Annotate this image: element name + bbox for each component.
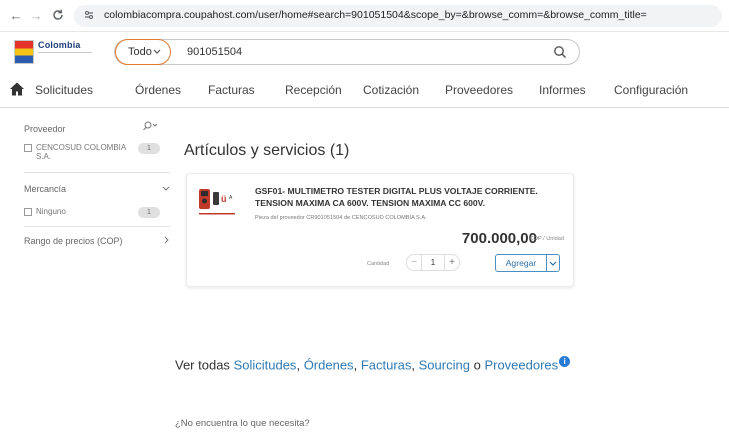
quantity-decrement-button[interactable]: − xyxy=(406,254,421,271)
search-bar[interactable]: Todo 901051504 xyxy=(114,39,580,65)
facet-option-label: Ninguno xyxy=(36,207,66,216)
home-icon[interactable] xyxy=(9,81,25,97)
search-input[interactable]: 901051504 xyxy=(187,46,242,58)
product-name[interactable]: GSF01- MULTIMETRO TESTER DIGITAL PLUS VO… xyxy=(255,186,555,209)
product-meta: Pieza del proveedor CR901051504 de CENCO… xyxy=(255,215,427,221)
results-title: Artículos y servicios (1) xyxy=(184,142,350,159)
address-bar[interactable]: colombiacompra.coupahost.com/user/home#s… xyxy=(74,5,722,27)
info-icon[interactable]: i xyxy=(559,356,571,367)
not-found-text[interactable]: ¿No encuentra lo que necesita? xyxy=(175,418,310,429)
link-ordenes[interactable]: Órdenes xyxy=(304,357,354,372)
nav-item-solicitudes[interactable]: Solicitudes xyxy=(35,83,93,97)
chevron-right-icon[interactable] xyxy=(162,234,170,248)
logo-flag-icon xyxy=(14,40,34,64)
count-badge: 1 xyxy=(138,207,160,218)
reload-icon[interactable] xyxy=(50,8,66,24)
facet-search-icon[interactable] xyxy=(141,120,159,134)
chevron-down-icon[interactable] xyxy=(162,182,170,196)
facet-option-label: CENCOSUD COLOMBIA S.A. xyxy=(36,143,126,161)
search-icon[interactable] xyxy=(553,45,567,59)
comma-separator: , xyxy=(411,357,416,373)
facet-title-mercancia: Mercancía xyxy=(24,184,67,194)
link-sourcing[interactable]: Sourcing xyxy=(419,357,470,372)
see-all-links: Ver todas Solicitudes, Órdenes, Facturas… xyxy=(175,356,571,373)
divider xyxy=(24,172,170,173)
count-badge: 1 xyxy=(138,143,160,154)
nav-item-informes[interactable]: Informes xyxy=(539,83,586,97)
nav-item-recepcion[interactable]: Recepción xyxy=(285,83,342,97)
nav-item-configuracion[interactable]: Configuración xyxy=(614,83,688,97)
link-facturas[interactable]: Facturas xyxy=(361,357,412,372)
checkbox[interactable] xyxy=(24,208,32,216)
facet-title-precio[interactable]: Rango de precios (COP) xyxy=(24,236,123,246)
nav-item-ordenes[interactable]: Órdenes xyxy=(135,83,181,97)
url-text: colombiacompra.coupahost.com/user/home#s… xyxy=(104,9,647,21)
chevron-down-icon xyxy=(153,40,161,73)
product-price: 700.000,00 xyxy=(461,230,537,247)
site-settings-icon[interactable] xyxy=(82,9,96,23)
svg-text:A: A xyxy=(229,195,233,201)
facet-option-cencosud[interactable]: CENCOSUD COLOMBIA S.A. 1 xyxy=(24,143,170,163)
browser-toolbar: ← → colombiacompra.coupahost.com/user/ho… xyxy=(0,0,729,32)
app-header: Colombia Todo 901051504 xyxy=(0,32,729,72)
logo-underline xyxy=(38,52,92,60)
product-card: ü A GSF01- MULTIMETRO TESTER DIGITAL PLU… xyxy=(186,173,574,287)
logo-text: Colombia xyxy=(38,40,81,50)
nav-item-cotizacion[interactable]: Cotización xyxy=(363,83,419,97)
main-nav: Solicitudes Órdenes Facturas Recepción C… xyxy=(0,72,729,108)
checkbox[interactable] xyxy=(24,144,32,152)
chevron-down-icon[interactable] xyxy=(547,255,559,271)
facet-title-proveedor: Proveedor xyxy=(24,124,66,134)
quantity-input[interactable]: 1 xyxy=(421,254,445,271)
or-text: o xyxy=(473,357,481,373)
product-image[interactable]: ü A xyxy=(198,187,238,217)
back-arrow-icon[interactable]: ← xyxy=(8,8,24,24)
add-to-cart-button[interactable]: Agregar xyxy=(495,254,560,272)
search-scope-dropdown[interactable]: Todo xyxy=(115,39,171,65)
quantity-label: Cantidad xyxy=(367,261,390,267)
nav-item-proveedores[interactable]: Proveedores xyxy=(445,83,513,97)
link-proveedores[interactable]: Proveedores xyxy=(484,357,558,372)
link-solicitudes[interactable]: Solicitudes xyxy=(234,357,297,372)
comma-separator: , xyxy=(353,357,358,373)
add-to-cart-label[interactable]: Agregar xyxy=(496,255,547,271)
divider xyxy=(24,226,170,227)
price-unit: COP / Unidad xyxy=(529,236,564,242)
comma-separator: , xyxy=(296,357,301,373)
quantity-increment-button[interactable]: + xyxy=(445,254,460,271)
colombia-compra-logo[interactable]: Colombia xyxy=(14,38,92,66)
forward-arrow-icon[interactable]: → xyxy=(28,8,44,24)
search-scope-value: Todo xyxy=(128,46,152,58)
facet-option-ninguno[interactable]: Ninguno 1 xyxy=(24,207,170,219)
see-all-prefix: Ver todas xyxy=(175,357,230,373)
nav-item-facturas[interactable]: Facturas xyxy=(208,83,255,97)
svg-text:ü: ü xyxy=(221,194,227,204)
